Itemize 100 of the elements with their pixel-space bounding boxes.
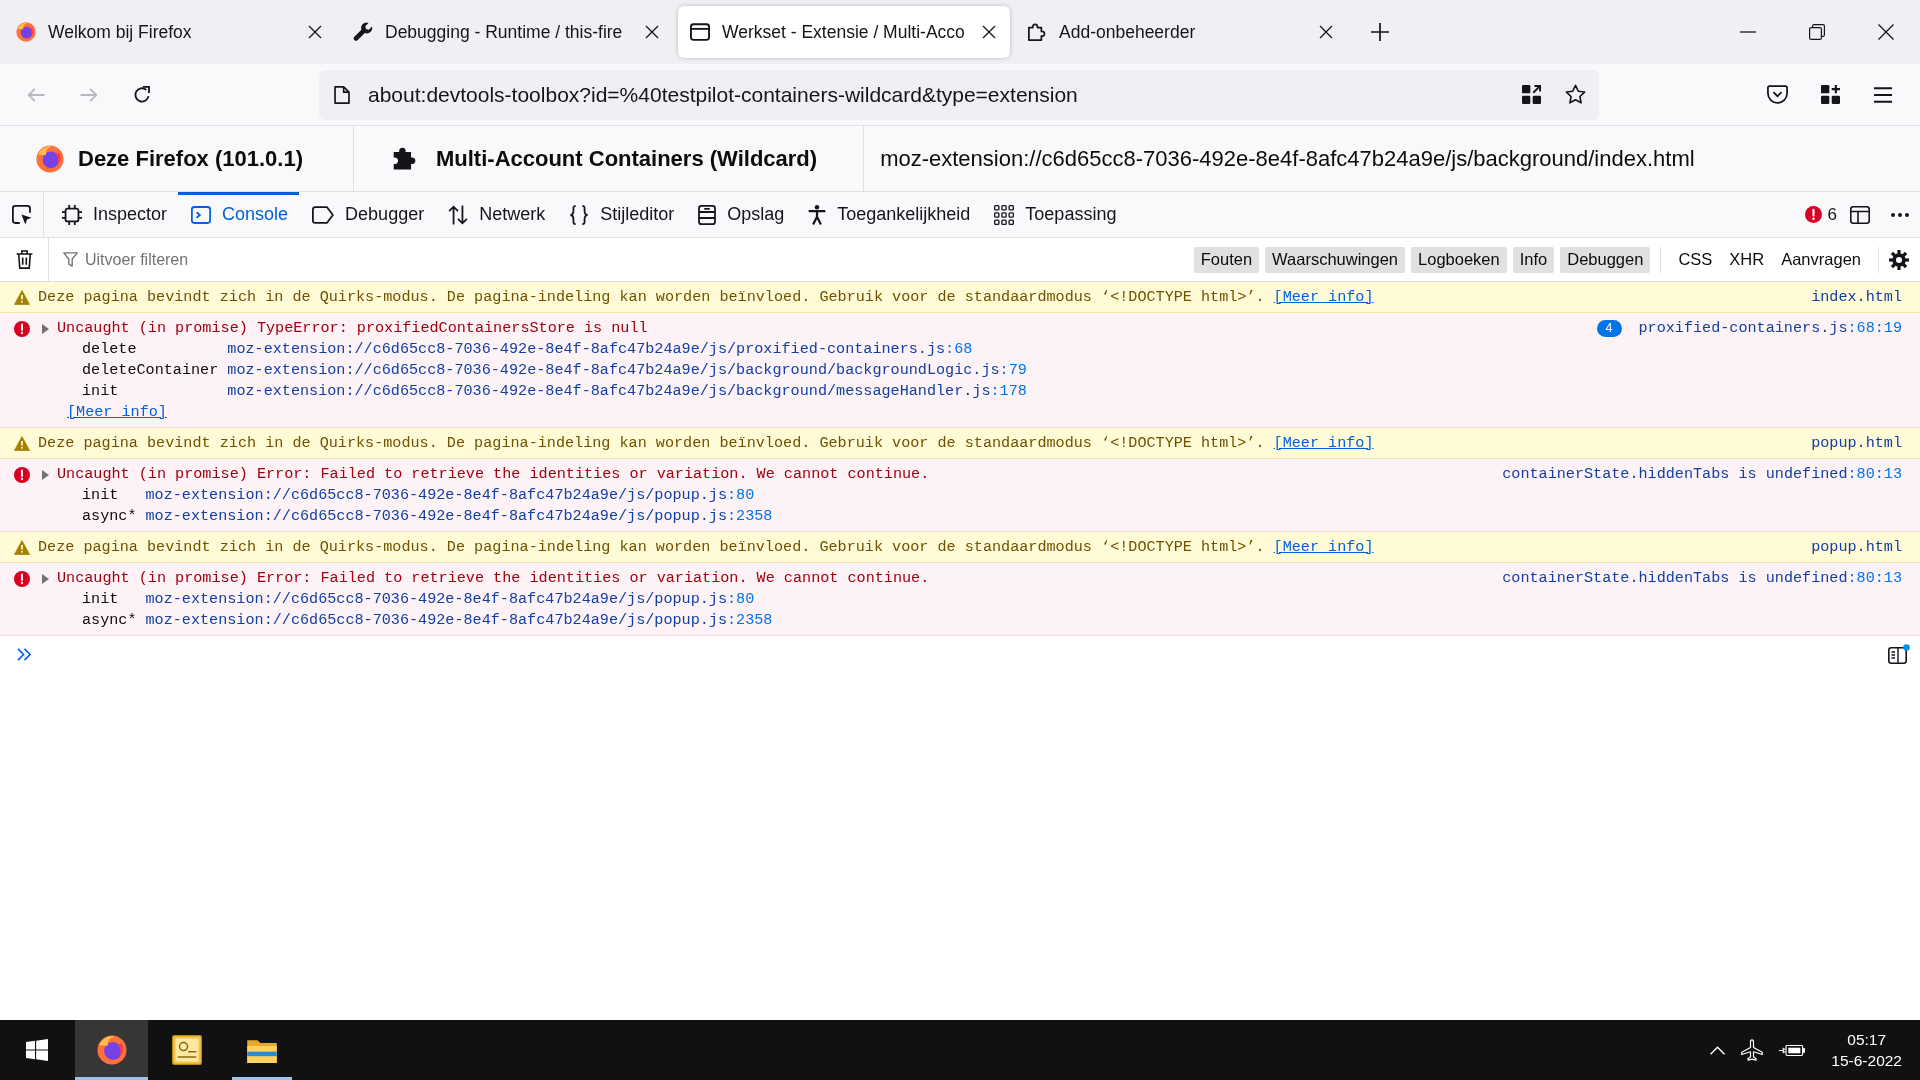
sidebar-toggle-icon[interactable] (1888, 644, 1910, 664)
source-link[interactable]: containerState.hiddenTabs is undefined:80:13 (1502, 568, 1902, 589)
source-link[interactable]: containerState.hiddenTabs is undefined:80:13 (1502, 464, 1902, 485)
error-count-button[interactable]: 6 (1800, 202, 1841, 227)
start-icon[interactable] (25, 1039, 48, 1061)
tool-tab[interactable]: Toegankelijkheid (795, 192, 982, 237)
filter-toggle-button[interactable]: Waarschuwingen (1265, 246, 1406, 273)
close-icon[interactable] (1319, 25, 1333, 39)
warning-icon (14, 435, 30, 451)
error-icon (1804, 206, 1822, 223)
more-icon[interactable] (1891, 212, 1909, 217)
close-icon[interactable] (982, 25, 996, 39)
grid-icon (994, 204, 1015, 225)
filter-toggle-button[interactable]: Info (1512, 246, 1555, 273)
pouch-icon[interactable] (1766, 85, 1788, 104)
repeat-count-badge: 4 (1596, 320, 1622, 337)
stack-location-link[interactable]: moz-extension://c6d65cc8-7036-492e-8e4f-8afc47b24a9e/js/popup.js:2358 (145, 610, 773, 631)
stack-location-link[interactable]: moz-extension://c6d65cc8-7036-492e-8e4f-8afc47b24a9e/js/background/backgroundLogic.js:79 (227, 360, 1027, 381)
element-picker-icon[interactable] (11, 204, 32, 225)
menu-icon[interactable] (1874, 86, 1892, 103)
address-field[interactable]: about:devtools-toolbox?id=%40testpilot-containers-wildcard&type=extension (319, 69, 1599, 120)
error-icon (14, 466, 30, 483)
battery-charging-icon[interactable] (1779, 1042, 1806, 1058)
prompt-chevron-icon (17, 647, 32, 661)
close-icon[interactable] (1877, 24, 1894, 40)
filter-toggle-button[interactable]: XHR (1722, 246, 1772, 273)
browser-tab[interactable]: Welkom bij Firefox (4, 6, 336, 58)
trash-icon[interactable] (15, 250, 33, 269)
more-info-link[interactable]: [Meer info] (1273, 288, 1374, 306)
source-link[interactable]: index.html (1811, 287, 1902, 308)
tool-tab[interactable]: Toepassing (981, 192, 1128, 237)
restore-icon[interactable] (1808, 24, 1825, 40)
more-info-link[interactable]: [Meer info] (67, 403, 167, 421)
extension-title: Multi-Account Containers (Wildcard) (436, 145, 818, 172)
stack-function-name: init (82, 589, 120, 610)
star-icon[interactable] (1565, 84, 1586, 105)
puzzle-icon (1027, 22, 1047, 42)
error-text: Uncaught (in promise) Error: Failed to retrieve the identities or variation. We cannot continue. (57, 569, 930, 587)
stack-location-link[interactable]: moz-extension://c6d65cc8-7036-492e-8e4f-8afc47b24a9e/js/proxified-containers.js:68 (227, 339, 1027, 360)
filter-toggle-button[interactable]: Debuggen (1560, 246, 1651, 273)
stack-location-link[interactable]: moz-extension://c6d65cc8-7036-492e-8e4f-8afc47b24a9e/js/popup.js:2358 (145, 506, 773, 527)
source-link[interactable]: popup.html (1811, 433, 1902, 454)
stack-function-name: async* (82, 506, 137, 527)
tool-tab[interactable]: Inspector (49, 192, 179, 237)
close-icon[interactable] (645, 25, 659, 39)
address-card-icon (171, 1035, 202, 1065)
filter-toggle-button[interactable]: Fouten (1193, 246, 1260, 273)
tool-tab[interactable]: Stijleditor (556, 192, 686, 237)
stack-location-link[interactable]: moz-extension://c6d65cc8-7036-492e-8e4f-8afc47b24a9e/js/background/messageHandler.js:178 (227, 381, 1027, 402)
squares-plus-icon[interactable] (1820, 85, 1840, 104)
close-icon[interactable] (308, 25, 322, 39)
person-icon (808, 204, 827, 225)
expand-triangle-icon[interactable] (42, 469, 49, 480)
stack-function-name: async* (82, 610, 137, 631)
error-icon (14, 320, 30, 337)
plus-icon[interactable] (1371, 23, 1389, 41)
stack-function-name: delete (82, 339, 138, 360)
reload-icon[interactable] (133, 85, 151, 104)
target-url: moz-extension://c6d65cc8-7036-492e-8e4f-8afc47b24a9e/js/background/index.html (880, 145, 1695, 172)
filter-icon (63, 252, 78, 267)
error-text: Uncaught (in promise) Error: Failed to retrieve the identities or variation. We cannot continue. (57, 465, 930, 483)
filter-toggle-button[interactable]: CSS (1671, 246, 1720, 273)
warning-text: Deze pagina bevindt zich in de Quirks-modus. De pagina-indeling kan worden beïnvloed. Gebruik voor de standaardmodus ‘<!DOCTYPE html>’. (38, 434, 1265, 452)
browser-logo-icon (36, 144, 64, 173)
more-info-link[interactable]: [Meer info] (1273, 538, 1374, 556)
folder-icon (246, 1037, 277, 1063)
source-link[interactable]: popup.html (1811, 537, 1902, 558)
browser-tab[interactable]: Werkset - Extensie / Multi-Acco (678, 6, 1010, 58)
stack-function-name: deleteContainer (82, 360, 219, 381)
chip-icon (62, 204, 82, 225)
airplane-icon[interactable] (1741, 1039, 1764, 1061)
expand-triangle-icon[interactable] (42, 323, 49, 334)
warning-text: Deze pagina bevindt zich in de Quirks-modus. De pagina-indeling kan worden beïnvloed. Gebruik voor de standaardmodus ‘<!DOCTYPE html>’. (38, 288, 1265, 306)
chevron-up-icon[interactable] (1710, 1045, 1726, 1055)
taskbar-button[interactable] (75, 1020, 148, 1080)
stack-location-link[interactable]: moz-extension://c6d65cc8-7036-492e-8e4f-8afc47b24a9e/js/popup.js:80 (145, 485, 773, 506)
squares-arrow-icon[interactable] (1522, 85, 1541, 104)
error-text: Uncaught (in promise) TypeError: proxifiedContainersStore is null (57, 319, 648, 337)
source-link[interactable]: proxified-containers.js:68:19 (1638, 318, 1902, 339)
stack-function-name: init (82, 381, 120, 402)
tool-tab[interactable]: Opslag (685, 192, 796, 237)
settings-icon[interactable] (1889, 249, 1909, 270)
tool-tab[interactable]: Netwerk (435, 192, 557, 237)
tool-tab[interactable]: Console (178, 192, 300, 237)
browser-tab[interactable]: Debugging - Runtime / this-fire (341, 6, 673, 58)
tool-tab[interactable]: Debugger (299, 192, 436, 237)
window-icon (690, 22, 710, 42)
stack-location-link[interactable]: moz-extension://c6d65cc8-7036-492e-8e4f-8afc47b24a9e/js/popup.js:80 (145, 589, 773, 610)
filter-toggle-button[interactable]: Logboeken (1411, 246, 1507, 273)
terminal-icon (191, 204, 212, 225)
warning-text: Deze pagina bevindt zich in de Quirks-modus. De pagina-indeling kan worden beïnvloed. Gebruik voor de standaardmodus ‘<!DOCTYPE html>’. (38, 538, 1265, 556)
warning-icon (14, 289, 30, 305)
expand-triangle-icon[interactable] (42, 573, 49, 584)
filter-toggle-button[interactable]: Aanvragen (1774, 246, 1868, 273)
sidebar-layout-icon[interactable] (1850, 205, 1870, 224)
minimize-icon[interactable] (1739, 31, 1756, 33)
more-info-link[interactable]: [Meer info] (1273, 434, 1374, 452)
browser-tab[interactable]: Add-onbeheerder (1015, 6, 1347, 58)
page-icon (334, 85, 350, 104)
filter-field[interactable]: Uitvoer filteren (49, 238, 1176, 281)
